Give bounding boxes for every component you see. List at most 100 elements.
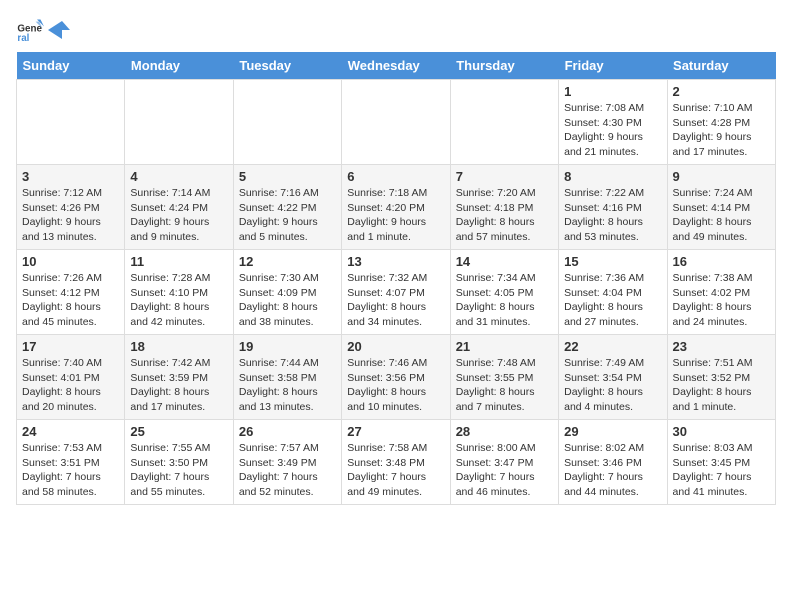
day-number: 4 (130, 169, 227, 184)
day-info: Sunrise: 7:48 AM Sunset: 3:55 PM Dayligh… (456, 356, 553, 415)
day-number: 15 (564, 254, 661, 269)
day-number: 18 (130, 339, 227, 354)
calendar-cell (17, 80, 125, 165)
day-number: 6 (347, 169, 444, 184)
calendar-cell (125, 80, 233, 165)
calendar-week-row: 24 Sunrise: 7:53 AM Sunset: 3:51 PM Dayli… (17, 420, 776, 505)
day-number: 20 (347, 339, 444, 354)
calendar-header-row: SundayMondayTuesdayWednesdayThursdayFrid… (17, 52, 776, 80)
day-info: Sunrise: 7:51 AM Sunset: 3:52 PM Dayligh… (673, 356, 770, 415)
day-number: 9 (673, 169, 770, 184)
day-info: Sunrise: 7:40 AM Sunset: 4:01 PM Dayligh… (22, 356, 119, 415)
calendar-cell: 25 Sunrise: 7:55 AM Sunset: 3:50 PM Dayli… (125, 420, 233, 505)
calendar-week-row: 1Sunrise: 7:08 AM Sunset: 4:30 PM Daylig… (17, 80, 776, 165)
logo-bird-icon (48, 21, 70, 39)
calendar-cell (450, 80, 558, 165)
calendar-table: SundayMondayTuesdayWednesdayThursdayFrid… (16, 52, 776, 505)
day-number: 30 (673, 424, 770, 439)
day-info: Sunrise: 7:30 AM Sunset: 4:09 PM Dayligh… (239, 271, 336, 330)
calendar-cell: 28 Sunrise: 8:00 AM Sunset: 3:47 PM Dayli… (450, 420, 558, 505)
day-info: Sunrise: 7:53 AM Sunset: 3:51 PM Dayligh… (22, 441, 119, 500)
day-info: Sunrise: 7:55 AM Sunset: 3:50 PM Dayligh… (130, 441, 227, 500)
header: Gene ral (16, 16, 776, 44)
calendar-cell: 20 Sunrise: 7:46 AM Sunset: 3:56 PM Dayli… (342, 335, 450, 420)
day-info: Sunrise: 7:24 AM Sunset: 4:14 PM Dayligh… (673, 186, 770, 245)
calendar-header-friday: Friday (559, 52, 667, 80)
day-number: 8 (564, 169, 661, 184)
day-info: Sunrise: 7:57 AM Sunset: 3:49 PM Dayligh… (239, 441, 336, 500)
calendar-header-monday: Monday (125, 52, 233, 80)
day-info: Sunrise: 7:18 AM Sunset: 4:20 PM Dayligh… (347, 186, 444, 245)
day-info: Sunrise: 7:12 AM Sunset: 4:26 PM Dayligh… (22, 186, 119, 245)
calendar-header-wednesday: Wednesday (342, 52, 450, 80)
calendar-week-row: 3 Sunrise: 7:12 AM Sunset: 4:26 PM Daylig… (17, 165, 776, 250)
day-number: 24 (22, 424, 119, 439)
day-number: 27 (347, 424, 444, 439)
day-info: Sunrise: 7:58 AM Sunset: 3:48 PM Dayligh… (347, 441, 444, 500)
day-number: 25 (130, 424, 227, 439)
calendar-cell: 16 Sunrise: 7:38 AM Sunset: 4:02 PM Dayli… (667, 250, 775, 335)
calendar-cell: 24 Sunrise: 7:53 AM Sunset: 3:51 PM Dayli… (17, 420, 125, 505)
calendar-header-sunday: Sunday (17, 52, 125, 80)
day-info: Sunrise: 7:10 AM Sunset: 4:28 PM Dayligh… (673, 101, 770, 160)
day-info: Sunrise: 8:00 AM Sunset: 3:47 PM Dayligh… (456, 441, 553, 500)
calendar-cell: 4 Sunrise: 7:14 AM Sunset: 4:24 PM Daylig… (125, 165, 233, 250)
calendar-cell: 10 Sunrise: 7:26 AM Sunset: 4:12 PM Dayli… (17, 250, 125, 335)
calendar-cell: 13Sunrise: 7:32 AM Sunset: 4:07 PM Dayli… (342, 250, 450, 335)
calendar-cell: 30 Sunrise: 8:03 AM Sunset: 3:45 PM Dayli… (667, 420, 775, 505)
day-number: 3 (22, 169, 119, 184)
calendar-cell: 14 Sunrise: 7:34 AM Sunset: 4:05 PM Dayli… (450, 250, 558, 335)
day-number: 7 (456, 169, 553, 184)
calendar-cell: 23 Sunrise: 7:51 AM Sunset: 3:52 PM Dayli… (667, 335, 775, 420)
day-info: Sunrise: 7:26 AM Sunset: 4:12 PM Dayligh… (22, 271, 119, 330)
calendar-cell: 27 Sunrise: 7:58 AM Sunset: 3:48 PM Dayli… (342, 420, 450, 505)
day-info: Sunrise: 7:28 AM Sunset: 4:10 PM Dayligh… (130, 271, 227, 330)
calendar-cell: 19 Sunrise: 7:44 AM Sunset: 3:58 PM Dayli… (233, 335, 341, 420)
calendar-cell (342, 80, 450, 165)
day-number: 19 (239, 339, 336, 354)
day-number: 17 (22, 339, 119, 354)
day-number: 12 (239, 254, 336, 269)
calendar-cell: 15Sunrise: 7:36 AM Sunset: 4:04 PM Dayli… (559, 250, 667, 335)
calendar-cell: 1Sunrise: 7:08 AM Sunset: 4:30 PM Daylig… (559, 80, 667, 165)
day-info: Sunrise: 7:44 AM Sunset: 3:58 PM Dayligh… (239, 356, 336, 415)
svg-text:ral: ral (17, 33, 29, 44)
calendar-cell: 26 Sunrise: 7:57 AM Sunset: 3:49 PM Dayli… (233, 420, 341, 505)
calendar-header-thursday: Thursday (450, 52, 558, 80)
calendar-body: 1Sunrise: 7:08 AM Sunset: 4:30 PM Daylig… (17, 80, 776, 505)
day-number: 23 (673, 339, 770, 354)
calendar-cell (233, 80, 341, 165)
day-number: 13 (347, 254, 444, 269)
day-number: 21 (456, 339, 553, 354)
day-info: Sunrise: 7:38 AM Sunset: 4:02 PM Dayligh… (673, 271, 770, 330)
calendar-cell: 17 Sunrise: 7:40 AM Sunset: 4:01 PM Dayli… (17, 335, 125, 420)
calendar-cell: 5Sunrise: 7:16 AM Sunset: 4:22 PM Daylig… (233, 165, 341, 250)
calendar-cell: 6 Sunrise: 7:18 AM Sunset: 4:20 PM Daylig… (342, 165, 450, 250)
day-number: 1 (564, 84, 661, 99)
day-info: Sunrise: 7:46 AM Sunset: 3:56 PM Dayligh… (347, 356, 444, 415)
day-info: Sunrise: 7:16 AM Sunset: 4:22 PM Dayligh… (239, 186, 336, 245)
calendar-cell: 18Sunrise: 7:42 AM Sunset: 3:59 PM Dayli… (125, 335, 233, 420)
day-info: Sunrise: 7:14 AM Sunset: 4:24 PM Dayligh… (130, 186, 227, 245)
day-number: 16 (673, 254, 770, 269)
day-number: 26 (239, 424, 336, 439)
calendar-header-tuesday: Tuesday (233, 52, 341, 80)
calendar-week-row: 10 Sunrise: 7:26 AM Sunset: 4:12 PM Dayli… (17, 250, 776, 335)
day-info: Sunrise: 7:49 AM Sunset: 3:54 PM Dayligh… (564, 356, 661, 415)
calendar-cell: 11Sunrise: 7:28 AM Sunset: 4:10 PM Dayli… (125, 250, 233, 335)
calendar-cell: 8Sunrise: 7:22 AM Sunset: 4:16 PM Daylig… (559, 165, 667, 250)
calendar-cell: 22Sunrise: 7:49 AM Sunset: 3:54 PM Dayli… (559, 335, 667, 420)
day-info: Sunrise: 7:20 AM Sunset: 4:18 PM Dayligh… (456, 186, 553, 245)
calendar-cell: 7 Sunrise: 7:20 AM Sunset: 4:18 PM Daylig… (450, 165, 558, 250)
day-info: Sunrise: 8:03 AM Sunset: 3:45 PM Dayligh… (673, 441, 770, 500)
calendar-header-saturday: Saturday (667, 52, 775, 80)
calendar-cell: 21 Sunrise: 7:48 AM Sunset: 3:55 PM Dayli… (450, 335, 558, 420)
day-number: 14 (456, 254, 553, 269)
logo-icon: Gene ral (16, 16, 44, 44)
day-number: 10 (22, 254, 119, 269)
day-number: 28 (456, 424, 553, 439)
day-number: 2 (673, 84, 770, 99)
day-info: Sunrise: 7:34 AM Sunset: 4:05 PM Dayligh… (456, 271, 553, 330)
calendar-cell: 12 Sunrise: 7:30 AM Sunset: 4:09 PM Dayli… (233, 250, 341, 335)
calendar-cell: 2 Sunrise: 7:10 AM Sunset: 4:28 PM Daylig… (667, 80, 775, 165)
